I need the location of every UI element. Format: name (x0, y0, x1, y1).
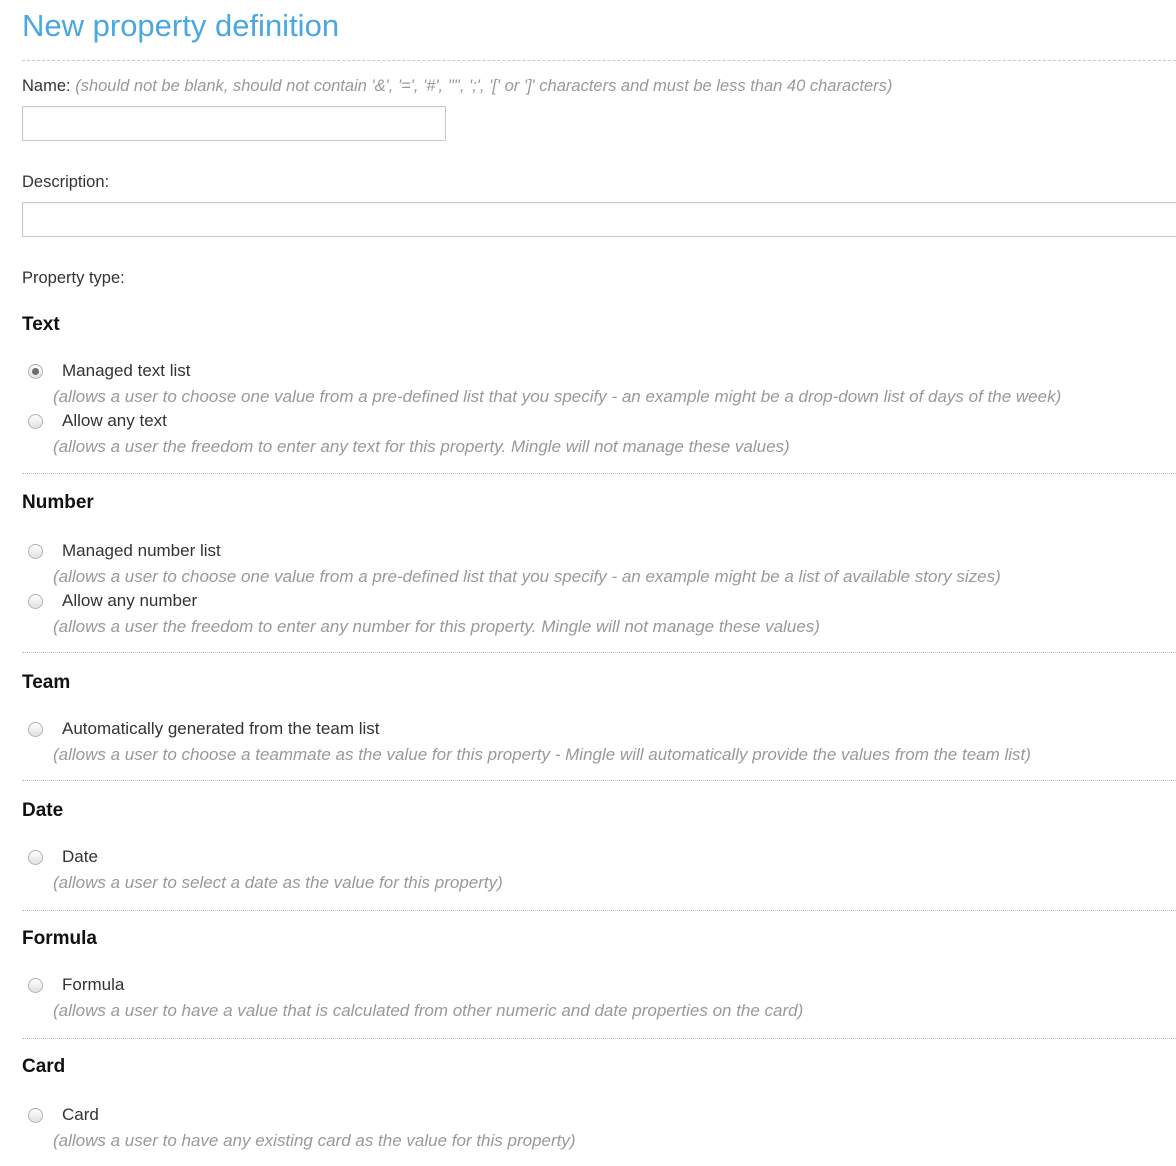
section-title-text: Text (22, 314, 60, 335)
option-label: Date (62, 847, 98, 866)
section-divider (22, 1038, 1176, 1039)
section-title-number: Number (22, 492, 94, 513)
section-divider (22, 652, 1176, 653)
name-input[interactable] (22, 106, 446, 141)
section-title-card: Card (22, 1056, 66, 1077)
option-description: (allows a user to have a value that is c… (53, 1001, 804, 1020)
option-label: Managed text list (62, 361, 191, 380)
option-description: (allows a user to have any existing card… (53, 1131, 576, 1150)
description-input[interactable] (22, 202, 1176, 237)
radio-date[interactable] (28, 850, 43, 865)
page-title: New property definition (22, 8, 340, 43)
section-divider (22, 473, 1176, 474)
option-description: (allows a user to choose a teammate as t… (53, 745, 1031, 764)
section-title-date: Date (22, 800, 64, 821)
radio-team-list[interactable] (28, 722, 43, 737)
section-divider (22, 780, 1176, 781)
section-title-formula: Formula (22, 928, 97, 949)
option-label: Managed number list (62, 541, 221, 560)
property-type-label: Property type: (22, 269, 125, 287)
option-description: (allows a user to choose one value from … (53, 387, 1062, 406)
option-description: (allows a user the freedom to enter any … (53, 437, 790, 456)
name-hint: (should not be blank, should not contain… (75, 77, 893, 95)
title-divider (22, 60, 1176, 61)
description-label: Description: (22, 173, 110, 191)
radio-card[interactable] (28, 1108, 43, 1123)
option-label: Allow any number (62, 591, 198, 610)
section-divider (22, 910, 1176, 911)
radio-formula[interactable] (28, 978, 43, 993)
option-description: (allows a user the freedom to enter any … (53, 617, 820, 636)
name-label: Name: (22, 77, 71, 95)
radio-managed-text-list[interactable] (28, 364, 43, 379)
option-label: Card (62, 1105, 99, 1124)
section-title-team: Team (22, 672, 71, 693)
radio-allow-any-number[interactable] (28, 594, 43, 609)
option-description: (allows a user to select a date as the v… (53, 873, 503, 892)
option-description: (allows a user to choose one value from … (53, 567, 1001, 586)
option-label: Automatically generated from the team li… (62, 719, 380, 738)
radio-managed-number-list[interactable] (28, 544, 43, 559)
radio-allow-any-text[interactable] (28, 414, 43, 429)
option-label: Allow any text (62, 411, 167, 430)
option-label: Formula (62, 975, 125, 994)
name-label-row: Name: (should not be blank, should not c… (22, 77, 892, 96)
